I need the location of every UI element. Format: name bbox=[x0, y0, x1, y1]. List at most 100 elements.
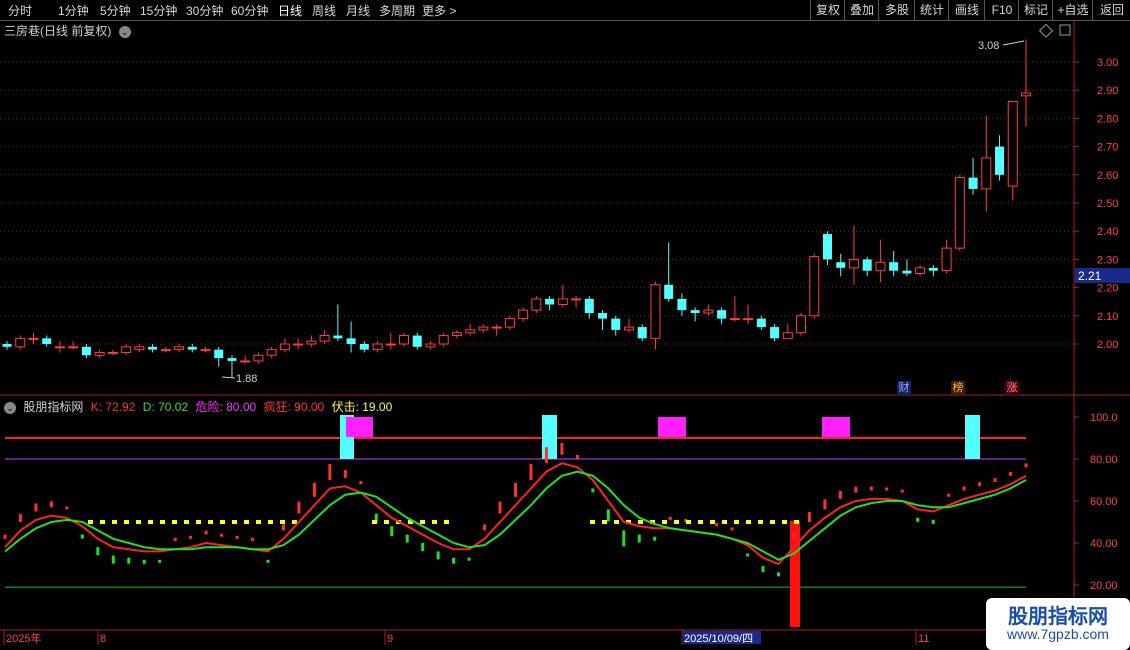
candle-body-up bbox=[54, 346, 65, 349]
limit-up-badge[interactable]: 涨 bbox=[1005, 381, 1019, 395]
candle-body-up bbox=[160, 349, 171, 352]
candle-body-down bbox=[928, 267, 938, 271]
momentum-bar bbox=[80, 534, 84, 539]
momentum-bar bbox=[235, 535, 239, 539]
ambush-dot bbox=[662, 520, 667, 524]
ambush-dot bbox=[710, 520, 715, 524]
momentum-bar bbox=[173, 537, 177, 541]
momentum-bar bbox=[792, 532, 796, 539]
candle-body-up bbox=[451, 332, 462, 337]
momentum-bar bbox=[18, 514, 22, 522]
price-tick-label: 2.10 bbox=[1097, 311, 1118, 323]
candle-body-down bbox=[214, 349, 224, 359]
high-price-marker: 3.08 bbox=[978, 40, 999, 52]
ambush-dot bbox=[232, 520, 237, 524]
ambush-dot bbox=[722, 520, 727, 524]
price-tick-label: 2.80 bbox=[1097, 113, 1118, 125]
candle-body-up bbox=[293, 343, 304, 346]
ambush-dot bbox=[734, 520, 739, 524]
momentum-bar bbox=[560, 442, 564, 455]
momentum-bar bbox=[34, 503, 38, 512]
ranking-badge[interactable]: 榜 bbox=[951, 381, 965, 395]
candle-body-up bbox=[743, 318, 754, 321]
candle-body-down bbox=[902, 270, 912, 274]
momentum-bar bbox=[96, 547, 100, 556]
candle-body-down bbox=[2, 344, 12, 347]
momentum-bar bbox=[653, 536, 657, 541]
candle-body-up bbox=[703, 309, 714, 314]
candle-body-up bbox=[782, 332, 793, 339]
candle-body-down bbox=[412, 335, 422, 347]
candle-body-down bbox=[584, 298, 594, 313]
date-label: 2025年 bbox=[6, 631, 41, 645]
momentum-bar bbox=[807, 512, 811, 522]
candle-body-down bbox=[346, 338, 356, 344]
ambush-dot bbox=[614, 520, 619, 524]
candle-body-up bbox=[623, 326, 634, 331]
momentum-bar bbox=[498, 501, 502, 514]
candle-body-up bbox=[425, 343, 436, 348]
crazy-value: 疯狂: 90.00 bbox=[263, 400, 325, 414]
ambush-value: 伏击: 19.00 bbox=[331, 400, 393, 414]
candle-body-down bbox=[333, 335, 343, 339]
ambush-dot bbox=[638, 520, 643, 524]
candle-body-up bbox=[954, 177, 965, 249]
watermark-url: www.7gpzb.com bbox=[1007, 626, 1109, 642]
low-price-marker: 1.88 bbox=[236, 373, 257, 385]
candle-body-up bbox=[174, 346, 185, 351]
candle-body-up bbox=[68, 346, 79, 349]
candle-body-up bbox=[319, 335, 330, 342]
ambush-dot bbox=[268, 520, 273, 524]
candle-body-up bbox=[848, 258, 859, 269]
date-axis: 2025年 8 9 2025/10/09/四 11 bbox=[3, 630, 929, 645]
momentum-bar bbox=[421, 543, 425, 551]
candle-body-down bbox=[889, 262, 899, 271]
chart-canvas[interactable]: 3.00 2.90 2.80 2.70 2.60 2.50 2.40 2.30 2.20 2.10… bbox=[0, 0, 1130, 650]
candle-body-down bbox=[611, 318, 621, 330]
finance-badge[interactable]: 财 bbox=[897, 381, 911, 395]
candle-body-up bbox=[253, 354, 264, 362]
diamond-icon bbox=[1038, 23, 1054, 38]
momentum-bar bbox=[1024, 463, 1028, 468]
momentum-bar bbox=[993, 478, 997, 483]
candle-body-up bbox=[306, 340, 317, 345]
momentum-bar bbox=[405, 534, 409, 543]
candle-body-down bbox=[836, 262, 846, 268]
candle-body-down bbox=[664, 284, 674, 299]
ambush-dot bbox=[172, 520, 177, 524]
current-price-label: 2.21 bbox=[1078, 269, 1102, 283]
candle-body-up bbox=[491, 326, 502, 329]
candle-body-up bbox=[94, 351, 105, 356]
candle-body-up bbox=[796, 315, 807, 334]
candle-body-down bbox=[148, 346, 158, 350]
signal-block bbox=[965, 415, 980, 459]
ambush-dot bbox=[420, 520, 425, 524]
candle-body-up bbox=[438, 335, 449, 345]
ambush-dot bbox=[100, 520, 105, 524]
momentum-bar bbox=[467, 557, 471, 561]
candle-body-down bbox=[81, 346, 91, 356]
price-axis: 3.00 2.90 2.80 2.70 2.60 2.50 2.40 2.30 2.20 2.10… bbox=[1074, 57, 1118, 351]
ambush-dot bbox=[124, 520, 129, 524]
date-label: 9 bbox=[387, 633, 393, 645]
momentum-bar bbox=[947, 493, 951, 497]
momentum-bar bbox=[65, 506, 69, 510]
momentum-bar bbox=[668, 516, 672, 520]
momentum-bar bbox=[730, 527, 734, 531]
indicator-tick-label: 100.0 bbox=[1090, 412, 1118, 424]
price-tick-label: 2.40 bbox=[1097, 226, 1118, 238]
ambush-dot bbox=[698, 520, 703, 524]
ambush-dot bbox=[372, 520, 377, 524]
candle-body-down bbox=[359, 344, 369, 350]
momentum-bar bbox=[158, 559, 162, 563]
momentum-bar bbox=[978, 482, 982, 487]
momentum-bar bbox=[111, 555, 115, 564]
candle-body-up bbox=[729, 318, 740, 321]
candle-body-down bbox=[862, 259, 872, 271]
chevron-down-icon[interactable]: ⌄ bbox=[4, 402, 16, 414]
indicator-tick-label: 80.00 bbox=[1090, 454, 1118, 466]
candle-body-up bbox=[279, 343, 290, 351]
momentum-bar bbox=[900, 489, 904, 493]
candle-body-down bbox=[968, 177, 978, 189]
candle-body-up bbox=[28, 337, 39, 340]
